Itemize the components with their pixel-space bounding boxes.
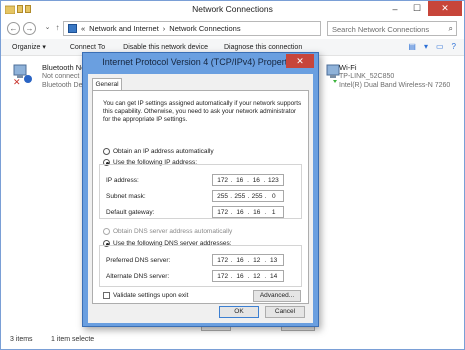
svg-text:✕: ✕: [13, 78, 21, 85]
preview-pane-icon[interactable]: ▭: [436, 42, 444, 51]
search-icon[interactable]: ⌕: [449, 24, 453, 34]
obtain-dns-auto-radio[interactable]: Obtain DNS server address automatically: [103, 228, 232, 235]
item-count: 3 items: [10, 336, 33, 343]
dialog-close-button[interactable]: ✕: [286, 54, 314, 68]
adapter-status: Not connect: [42, 73, 80, 80]
close-window-button[interactable]: ✕: [428, 1, 462, 16]
ip-address-field[interactable]: 172. 16. 16. 123: [212, 174, 284, 186]
view-options-icon[interactable]: ▾: [424, 42, 428, 51]
dialog-title: Internet Protocol Version 4 (TCP/IPv4) P…: [102, 57, 299, 67]
bluetooth-adapter[interactable]: ✕ Bluetooth Net Not connect Bluetooth De: [12, 60, 92, 94]
ok-button[interactable]: OK: [219, 306, 259, 318]
connect-to-button[interactable]: Connect To: [70, 44, 105, 51]
intro-text: You can get IP settings assigned automat…: [103, 100, 302, 123]
address-bar: ← → ⌄ ↑ « Network and Internet › Network…: [1, 18, 464, 38]
ip-address-label: IP address:: [106, 177, 139, 184]
advanced-button[interactable]: Advanced...: [253, 290, 301, 302]
dialog-body: General You can get IP settings assigned…: [88, 74, 313, 323]
breadcrumb[interactable]: « Network and Internet › Network Connect…: [63, 21, 321, 36]
alternate-dns-label: Alternate DNS server:: [106, 273, 170, 280]
subnet-mask-field[interactable]: 255. 255. 255. 0: [212, 190, 284, 202]
disable-device-button[interactable]: Disable this network device: [123, 44, 208, 51]
bluetooth-adapter-icon: ✕: [13, 64, 32, 85]
obtain-ip-auto-radio[interactable]: Obtain an IP address automatically: [103, 148, 214, 155]
help-icon[interactable]: ?: [452, 42, 456, 51]
forward-arrow-icon[interactable]: →: [23, 22, 36, 35]
subnet-mask-label: Subnet mask:: [106, 193, 146, 200]
adapter-device: Bluetooth De: [42, 82, 83, 89]
change-view-icon[interactable]: ▤: [408, 42, 416, 51]
wifi-adapter[interactable]: Wi-Fi TP-LINK_52C850 Intel(R) Dual Band …: [325, 60, 463, 94]
general-tab-panel: You can get IP settings assigned automat…: [92, 90, 309, 304]
breadcrumb-network-connections[interactable]: Network Connections: [169, 24, 240, 33]
adapter-name: Bluetooth Net: [42, 63, 88, 72]
default-gateway-label: Default gateway:: [106, 209, 155, 216]
cancel-button[interactable]: Cancel: [265, 306, 305, 318]
preferred-dns-label: Preferred DNS server:: [106, 257, 171, 264]
adapter-device: Intel(R) Dual Band Wireless-N 7260: [339, 82, 451, 89]
validate-settings-checkbox[interactable]: Validate settings upon exit: [103, 292, 188, 299]
explorer-titlebar: Network Connections – ☐ ✕: [1, 1, 464, 18]
diagnose-connection-button[interactable]: Diagnose this connection: [224, 44, 302, 51]
back-arrow-icon[interactable]: ←: [7, 22, 20, 35]
default-gateway-field[interactable]: 172. 16. 16. 1: [212, 206, 284, 218]
adapter-ssid: TP-LINK_52C850: [339, 73, 395, 80]
adapter-name: Wi-Fi: [339, 63, 357, 72]
search-input[interactable]: Search Network Connections ⌕: [327, 21, 457, 36]
status-bar: 3 items 1 item selecte: [1, 333, 464, 349]
network-internet-icon: [68, 24, 77, 33]
preferred-dns-field[interactable]: 172. 16. 12. 13: [212, 254, 284, 266]
minimize-button[interactable]: –: [384, 1, 406, 16]
selection-count: 1 item selecte: [51, 336, 95, 343]
maximize-button[interactable]: ☐: [406, 1, 428, 16]
breadcrumb-network-and-internet[interactable]: Network and Internet: [89, 24, 159, 33]
alternate-dns-field[interactable]: 172. 16. 12. 14: [212, 270, 284, 282]
organize-menu[interactable]: Organize ▾: [12, 43, 46, 51]
ipv4-properties-dialog: Internet Protocol Version 4 (TCP/IPv4) P…: [82, 52, 319, 327]
